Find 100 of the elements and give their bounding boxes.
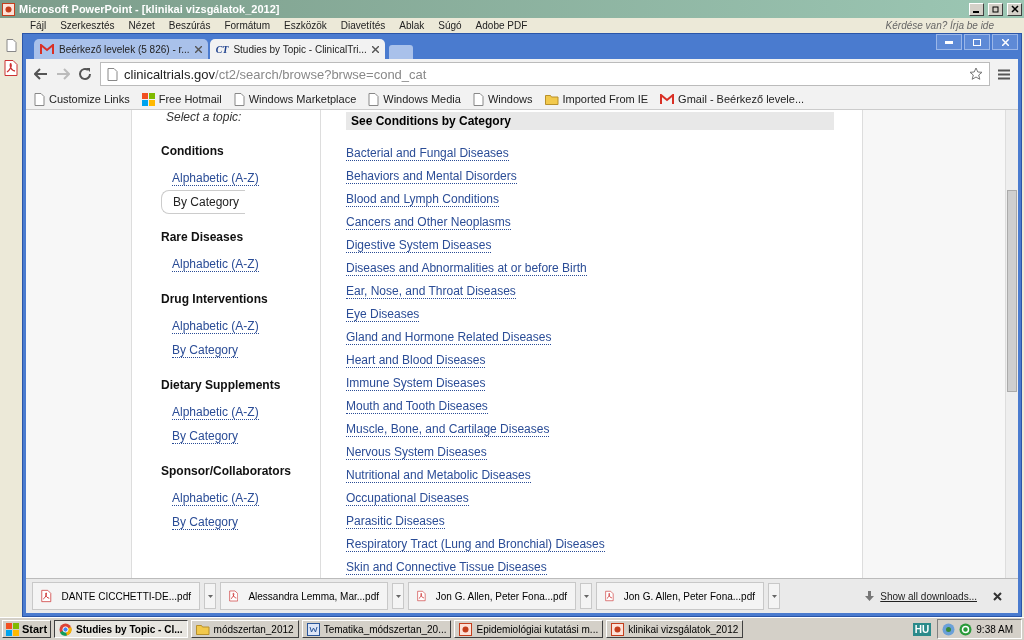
category-link[interactable]: Heart and Blood Diseases (346, 353, 486, 368)
new-tab-button[interactable] (388, 45, 413, 59)
help-field[interactable]: Kérdése van? Írja be ide (885, 20, 994, 31)
category-link[interactable]: Parasitic Diseases (346, 514, 445, 529)
caret-icon (395, 594, 401, 598)
category-link[interactable]: Immune System Diseases (346, 376, 486, 391)
chrome-icon (59, 622, 73, 636)
download-item[interactable]: Alessandra Lemma, Mar...pdf (220, 582, 388, 610)
page-icon (34, 92, 45, 106)
topic-link[interactable]: By Category (161, 424, 245, 448)
reload-icon[interactable] (78, 67, 92, 81)
select-prompt: Select a topic: (165, 110, 243, 124)
topic-link[interactable]: Alphabetic (A-Z) (161, 400, 265, 424)
scrollbar[interactable] (1005, 110, 1018, 578)
restore-button[interactable] (988, 2, 1003, 16)
pdf-icon (417, 588, 426, 604)
pdf-icon (229, 588, 239, 604)
category-link[interactable]: Muscle, Bone, and Cartilage Diseases (346, 422, 550, 437)
menu-item[interactable]: Adobe PDF (475, 20, 528, 31)
menu-item[interactable]: Beszúrás (168, 20, 211, 31)
maximize-icon (973, 38, 981, 46)
taskbar-button[interactable]: Tematika_módszertan_20... (301, 620, 452, 638)
category-link[interactable]: Eye Diseases (346, 307, 420, 322)
category-link[interactable]: Diseases and Abnormalities at or before Birth (346, 261, 587, 276)
menu-item[interactable]: Nézet (128, 20, 155, 31)
topic-link[interactable]: By Category (161, 510, 245, 534)
download-item[interactable]: DANTE CICCHETTI-DE...pdf (32, 582, 200, 610)
caret-icon (771, 594, 777, 598)
bookmark[interactable]: Windows Media (368, 92, 461, 106)
bookmark[interactable]: Imported From IE (544, 93, 649, 105)
category-link[interactable]: Gland and Hormone Related Diseases (346, 330, 552, 345)
address-bar[interactable]: clinicaltrials.gov/ct2/search/browse?brwse=cond_cat (100, 62, 990, 86)
category-link[interactable]: Ear, Nose, and Throat Diseases (346, 284, 516, 299)
window-title: Microsoft PowerPoint - [klinikai vizsgálatok_2012] (19, 3, 281, 15)
page-icon (472, 92, 484, 106)
windows-flag-icon (6, 622, 19, 636)
topic-link[interactable]: By Category (161, 338, 245, 362)
slides-icon (459, 622, 473, 636)
dropdown-button[interactable] (392, 583, 404, 609)
taskbar-button[interactable]: Studies by Topic - Cl... (54, 620, 188, 638)
category-link[interactable]: Nutritional and Metabolic Diseases (346, 468, 531, 483)
maximize-button[interactable] (964, 34, 990, 50)
topic-link[interactable]: Alphabetic (A-Z) (161, 166, 265, 190)
folder-icon (544, 93, 559, 105)
bookmark[interactable]: Customize Links (34, 92, 130, 106)
slides-icon (611, 622, 625, 636)
page-icon (233, 92, 245, 106)
language-indicator[interactable]: HU (912, 622, 932, 636)
bookmark[interactable]: Windows Marketplace (233, 92, 357, 106)
category-link[interactable]: Digestive System Diseases (346, 238, 492, 253)
category-link[interactable]: Blood and Lymph Conditions (346, 192, 499, 207)
menu-item[interactable]: Diavetítés (340, 20, 386, 31)
category-link[interactable]: Behaviors and Mental Disorders (346, 169, 517, 184)
bookmark[interactable]: Free Hotmail (141, 92, 222, 106)
menu-item[interactable]: Formátum (224, 20, 270, 31)
section-heading: Drug Interventions (160, 292, 269, 306)
bookmark[interactable]: Windows (472, 92, 533, 106)
menu-item[interactable]: Fájl (30, 20, 47, 31)
folder-icon (195, 623, 210, 635)
taskbar-button[interactable]: Epidemiológiai kutatási m... (454, 620, 604, 638)
topic-link[interactable]: Alphabetic (A-Z) (161, 252, 265, 276)
browser-tab[interactable]: Beérkező levelek (5 826) - r... (34, 39, 208, 59)
category-heading: See Conditions by Category (346, 112, 834, 130)
menu-item[interactable]: Szerkesztés (60, 20, 115, 31)
category-link[interactable]: Bacterial and Fungal Diseases (346, 146, 509, 161)
menu-item[interactable]: Eszközök (283, 20, 327, 31)
download-item[interactable]: Jon G. Allen, Peter Fona...pdf (408, 582, 576, 610)
star-icon[interactable] (969, 67, 983, 81)
selected-topic-tab[interactable]: By Category (161, 190, 246, 214)
slides-icon (2, 2, 15, 16)
category-link[interactable]: Respiratory Tract (Lung and Bronchial) Diseases (346, 537, 605, 552)
close-icon (1001, 38, 1009, 46)
windows-flag-icon (141, 92, 155, 106)
back-icon[interactable] (34, 68, 48, 80)
menu-item[interactable]: Súgó (438, 20, 462, 31)
category-link[interactable]: Mouth and Tooth Diseases (346, 399, 488, 414)
pdf-icon (605, 588, 614, 604)
taskbar-button[interactable]: módszertan_2012 (190, 620, 299, 638)
bookmark[interactable]: Gmail - Beérkező levele... (660, 93, 805, 105)
dropdown-button[interactable] (204, 583, 216, 609)
taskbar-button[interactable]: klinikai vizsgálatok_2012 (606, 620, 744, 638)
browser-tab[interactable]: CT Studies by Topic - ClinicalTri... (209, 39, 385, 59)
show-all-link[interactable]: Show all downloads... (880, 590, 977, 602)
topic-link[interactable]: Alphabetic (A-Z) (161, 314, 265, 338)
download-item[interactable]: Jon G. Allen, Peter Fona...pdf (596, 582, 764, 610)
mail-icon (40, 43, 54, 55)
dropdown-button[interactable] (768, 583, 780, 609)
mail-icon (660, 93, 675, 105)
category-link[interactable]: Occupational Diseases (346, 491, 469, 506)
category-link[interactable]: Cancers and Other Neoplasms (346, 215, 511, 230)
dropdown-button[interactable] (580, 583, 592, 609)
start-button[interactable]: Start (2, 620, 52, 638)
menu-item[interactable]: Ablak (399, 20, 425, 31)
category-link[interactable]: Skin and Connective Tissue Diseases (346, 560, 547, 575)
close-icon[interactable] (371, 45, 379, 53)
page-icon (368, 92, 380, 106)
category-link[interactable]: Nervous System Diseases (346, 445, 487, 460)
topic-link[interactable]: Alphabetic (A-Z) (161, 486, 265, 510)
close-icon[interactable] (993, 591, 1002, 601)
menu-icon[interactable] (998, 68, 1010, 80)
